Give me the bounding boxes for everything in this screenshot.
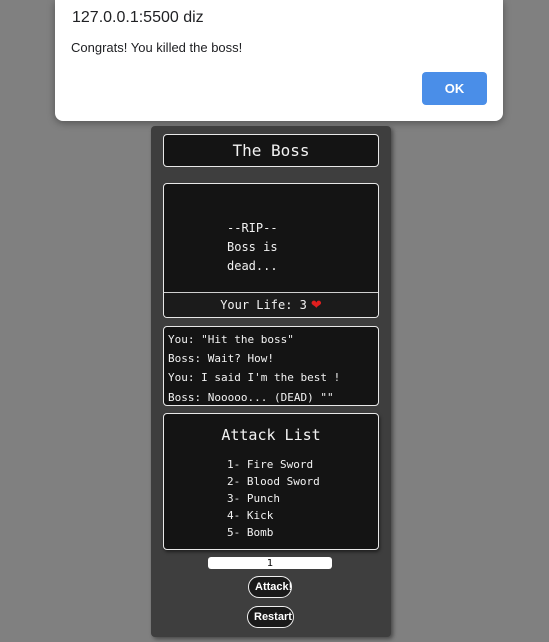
dialog-line: Boss: Nooooo... (DEAD) "" xyxy=(168,390,334,404)
attack-item-fire-sword: 1- Fire Sword xyxy=(227,458,314,471)
attack-list-box: Attack List 1- Fire Sword 2- Blood Sword… xyxy=(163,413,379,550)
alert-ok-button[interactable]: OK xyxy=(422,72,487,105)
boss-screen: --RIP-- Boss is dead... Your Life: 3 ❤ xyxy=(163,183,379,318)
dialog-line: You: I said I'm the best ! xyxy=(168,371,341,385)
game-panel: The Boss --RIP-- Boss is dead... Your Li… xyxy=(151,126,391,637)
life-bar: Your Life: 3 ❤ xyxy=(164,292,378,317)
alert-origin: 127.0.0.1:5500 diz xyxy=(72,9,204,26)
attack-choice-input[interactable] xyxy=(208,557,332,569)
attack-list: 1- Fire Sword 2- Blood Sword 3- Punch 4-… xyxy=(227,456,320,541)
restart-button[interactable]: Restart xyxy=(247,606,294,628)
attack-item-kick: 4- Kick xyxy=(227,509,274,522)
alert-dialog: 127.0.0.1:5500 diz Congrats! You killed … xyxy=(55,0,503,121)
game-title: The Boss xyxy=(163,134,379,167)
attack-item-blood-sword: 2- Blood Sword xyxy=(227,475,320,488)
attack-button[interactable]: Attack! xyxy=(248,576,292,598)
boss-status-message: --RIP-- Boss is dead... xyxy=(227,221,278,273)
dialog-line: Boss: Wait? How! xyxy=(168,352,274,366)
dialog-line: You: "Hit the boss" xyxy=(168,333,294,346)
attack-item-punch: 3- Punch xyxy=(227,492,280,505)
alert-message: Congrats! You killed the boss! xyxy=(71,40,243,55)
attack-item-bomb: 5- Bomb xyxy=(227,526,274,539)
life-label: Your Life: 3 xyxy=(220,298,307,312)
dialog-log: You: "Hit the boss" Boss: Wait? How! You… xyxy=(163,326,379,406)
heart-icon: ❤ xyxy=(310,297,322,313)
attack-list-title: Attack List xyxy=(221,426,321,444)
